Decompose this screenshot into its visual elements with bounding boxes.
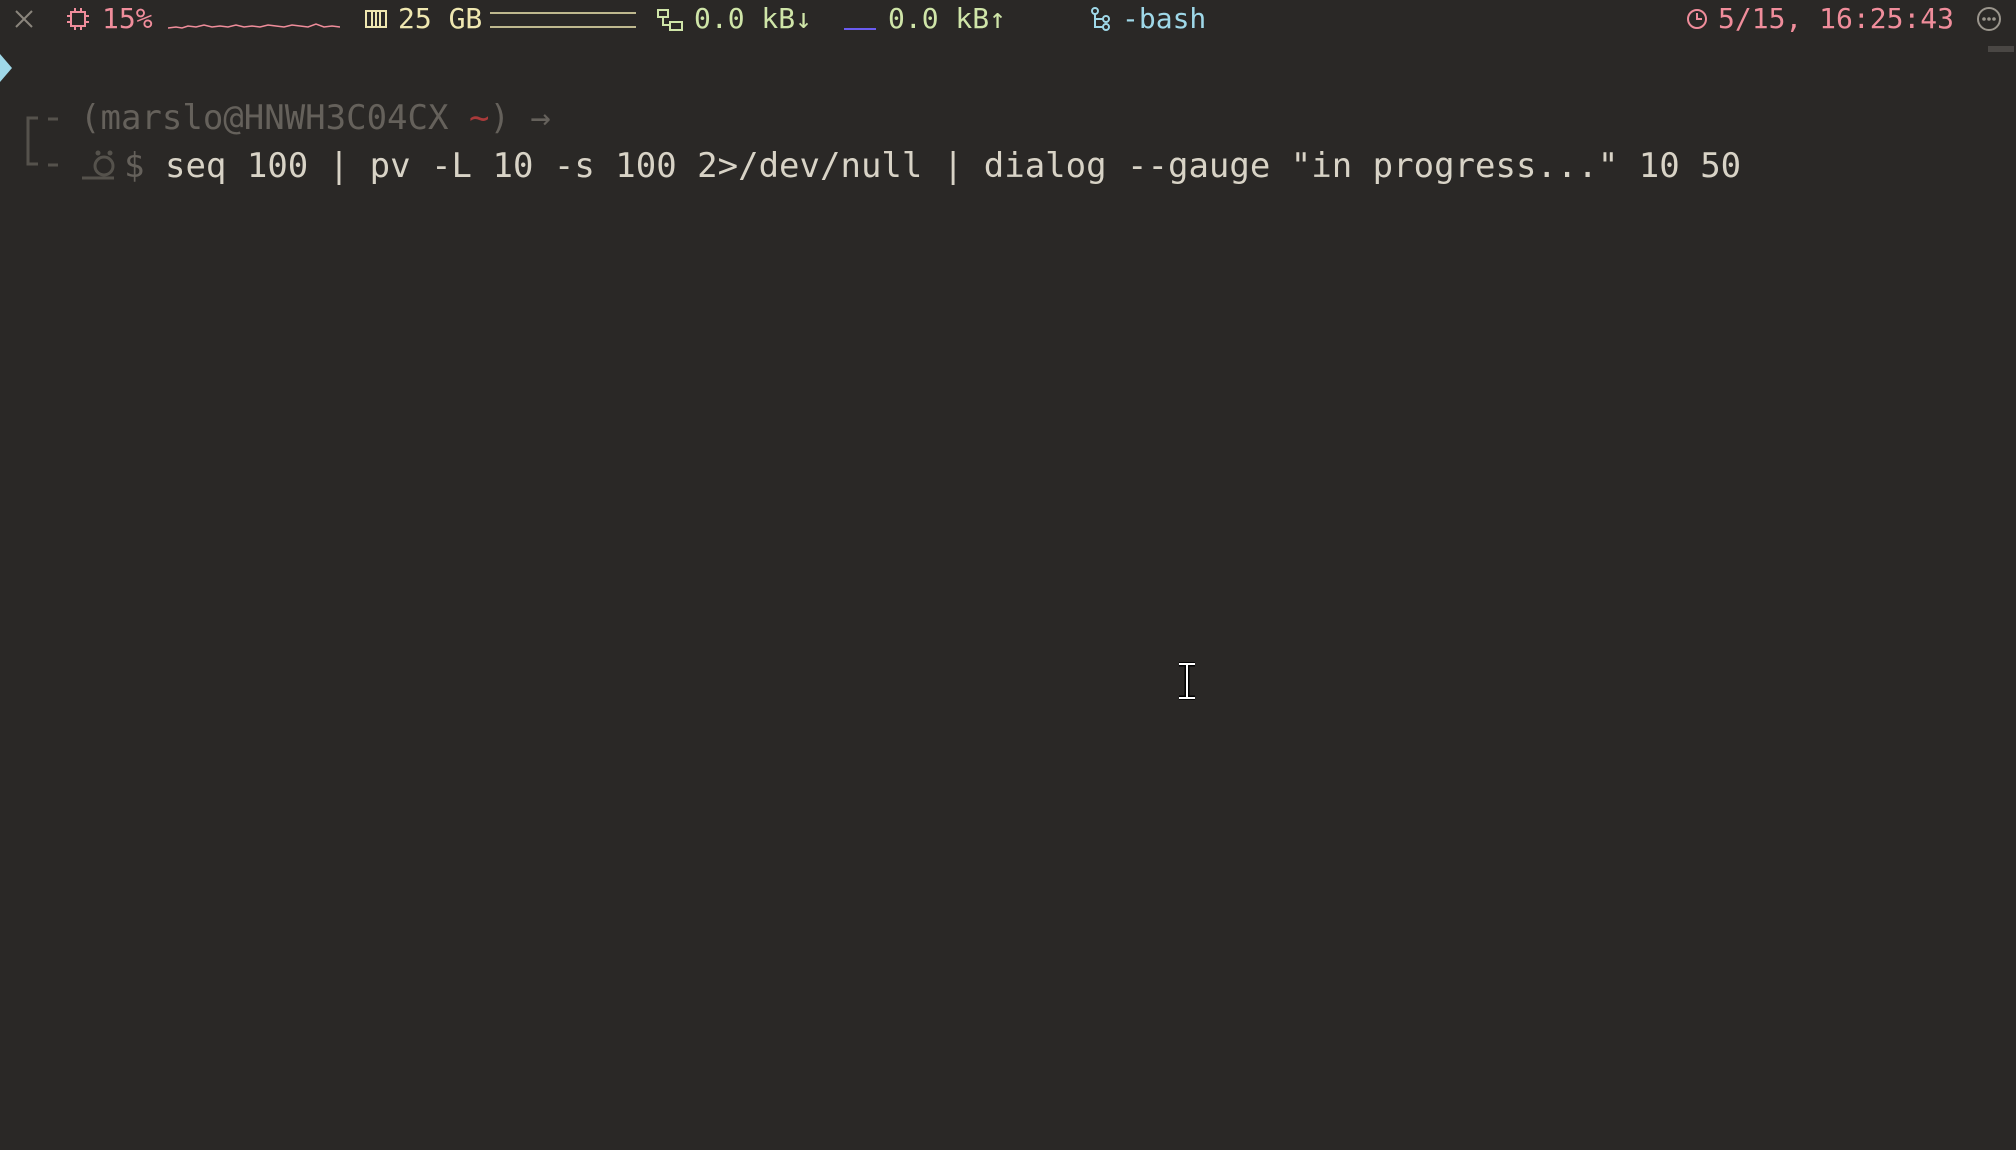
cpu-usage: 15% [102,2,153,35]
memory-usage: 25 GB [398,2,483,35]
scrollbar-thumb[interactable] [1988,46,2014,52]
text-cursor-icon [1179,662,1195,700]
prompt-line: (marslo@HNWH3C04CX ~) → [80,94,551,142]
command-line[interactable]: $ seq 100 | pv -L 10 -s 100 2>/dev/null … [124,142,1741,190]
more-options-icon[interactable] [1976,6,2002,32]
command-text: seq 100 | pv -L 10 -s 100 2>/dev/null | … [164,146,1742,186]
cpu-icon [67,8,89,30]
process-icon [1091,7,1110,31]
clock-datetime: 5/15, 16:25:43 [1718,2,1955,35]
prompt-cwd: ~ [468,98,490,138]
network-upload: 0.0 kB↑ [888,2,1007,35]
memory-icon [365,10,387,28]
prompt-status-icon [82,150,115,180]
network-download: 0.0 kB↓ [694,2,813,35]
prompt-open-paren: ( [80,98,101,138]
prompt-close-paren: ) [489,98,510,138]
prompt-dollar: $ [124,146,145,186]
prompt-user-host: marslo@HNWH3C04CX [100,98,449,138]
memory-bar [490,12,636,28]
scrollbar[interactable] [1986,44,2016,1150]
active-pane-marker [0,54,12,82]
clock-icon [1687,9,1707,29]
cpu-sparkline [168,23,340,29]
network-icon [657,9,683,31]
close-icon[interactable] [14,9,34,29]
network-sparkline [844,28,876,30]
prompt-arrow: → [530,98,551,138]
current-job: -bash [1122,2,1207,35]
status-bar: 15% 25 GB 0.0 kB↓ 0.0 kB↑ -bash 5/15, 16… [0,0,2016,38]
prompt-bracket [26,116,58,167]
